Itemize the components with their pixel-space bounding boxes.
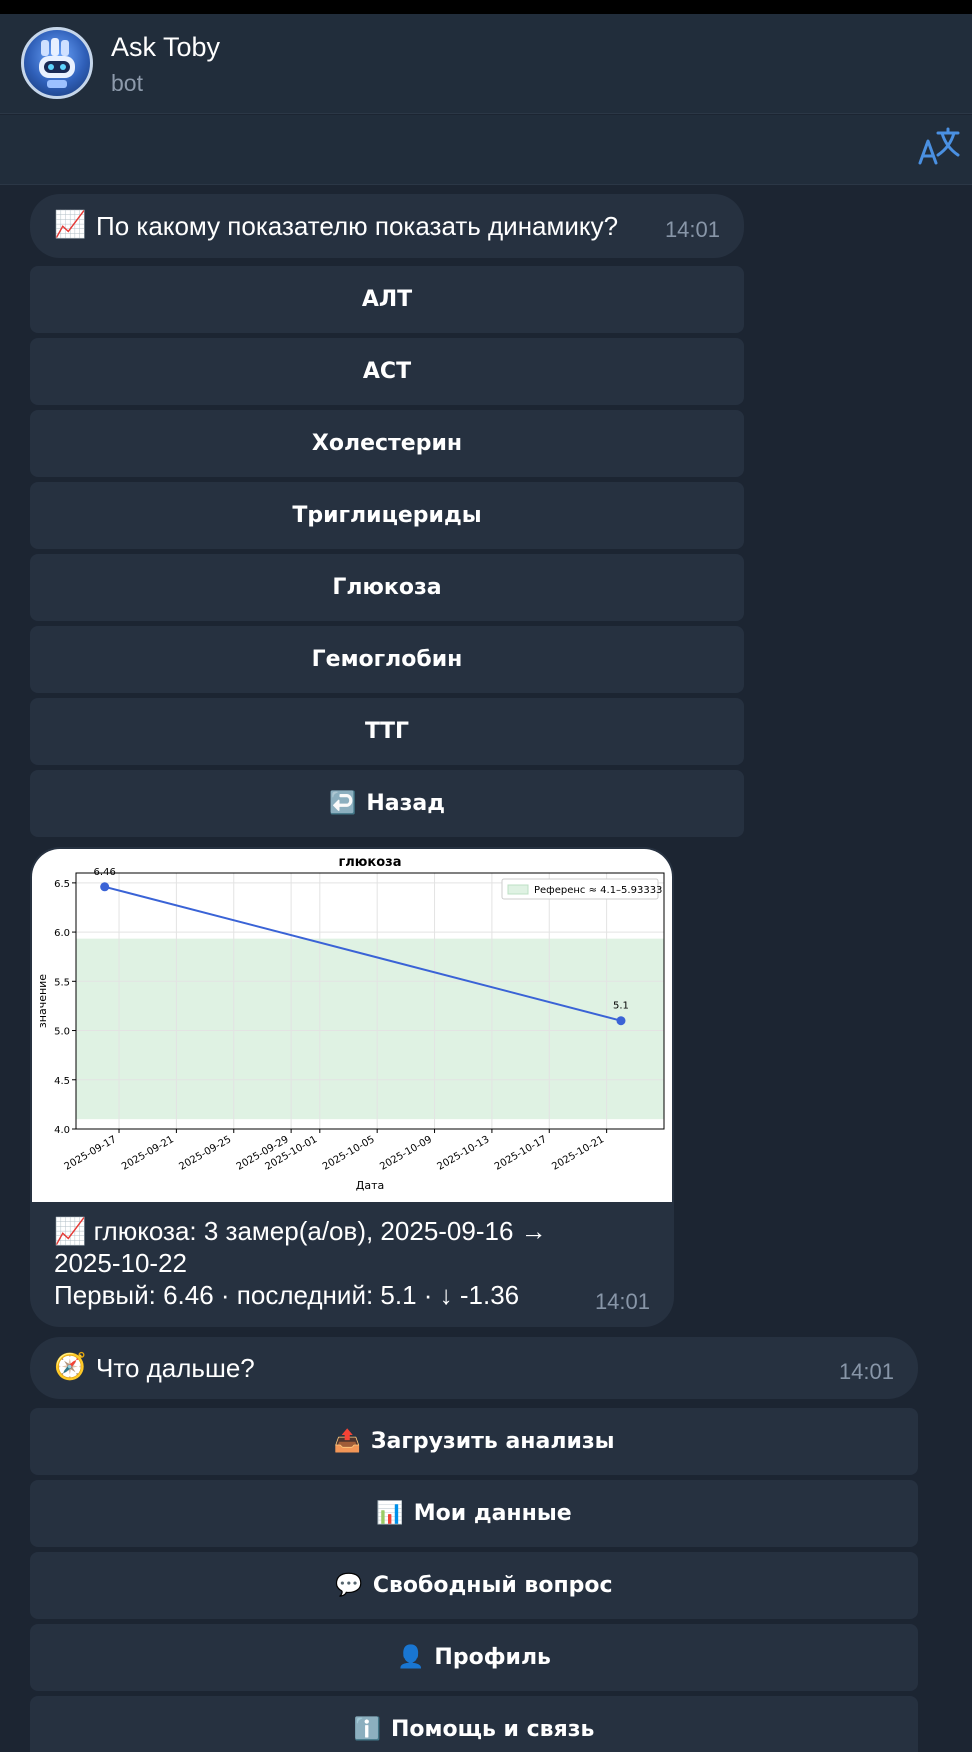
bar-chart-icon: 📊 [376,1501,404,1526]
y-tick-label: 5.5 [54,977,70,988]
outbox-icon: 📤 [333,1429,361,1454]
free-question-button[interactable]: 💬 Свободный вопрос [30,1552,918,1619]
x-tick-label: 2025-10-17 [493,1134,549,1173]
upload-analyses-button[interactable]: 📤 Загрузить анализы [30,1408,918,1475]
caption-line-3: Первый: 6.46 · последний: 5.1 · ↓ -1.36 [54,1280,520,1310]
translate-bar [0,115,972,185]
chat-title: Ask Toby [111,32,221,62]
compass-icon: 🧭 [54,1351,87,1381]
data-label: 6.46 [94,867,116,878]
button-glucose[interactable]: Глюкоза [30,554,744,621]
chart-image[interactable]: 2025-09-17 2025-09-21 2025-09-25 2025-09-29… [32,849,672,1202]
message-text: По какому показателю показать динамику? [96,211,619,241]
x-tick-label: 2025-10-09 [378,1134,434,1173]
button-ast[interactable]: АСТ [30,338,744,405]
message-time: 14:01 [664,217,720,242]
photo-caption: 📈 глюкоза: 3 замер(а/ов), 2025-09-16 → 2… [54,1215,614,1311]
profile-button[interactable]: 👤 Профиль [30,1624,918,1691]
x-axis-label: Дата [356,1179,384,1192]
reference-band [76,938,664,1120]
legend-swatch [507,884,529,895]
message-bubble: 📈 По какому показателю показать динамику… [30,194,744,258]
message-text: Что дальше? [96,1353,255,1383]
button-alt[interactable]: АЛТ [30,266,744,333]
translate-icon[interactable] [916,125,962,171]
button-ttg[interactable]: ТТГ [30,698,744,765]
user-icon: 👤 [397,1645,425,1670]
help-button[interactable]: ℹ️ Помощь и связь [30,1696,918,1752]
button-cholesterol[interactable]: Холестерин [30,410,744,477]
data-label: 5.1 [613,1001,629,1012]
speech-bubble-icon: 💬 [335,1573,363,1598]
data-point [616,1016,626,1026]
x-tick-label: 2025-10-05 [321,1134,377,1173]
x-tick-label: 2025-09-25 [177,1134,233,1173]
legend-label: Референс ≈ 4.1–5.93333 [534,885,662,896]
y-tick-label: 6.5 [54,879,70,890]
caption-line-2: 2025-10-22 [54,1248,187,1278]
x-tick-label: 2025-10-21 [550,1134,606,1173]
x-tick-label: 2025-10-13 [436,1134,492,1173]
y-tick-label: 4.5 [54,1076,70,1087]
chart-emoji-icon: 📈 [54,209,87,239]
glucose-chart: 2025-09-17 2025-09-21 2025-09-25 2025-09-29… [36,855,665,1192]
x-tick-label: 2025-09-21 [120,1134,176,1173]
status-bar [0,0,972,14]
y-tick-label: 4.0 [54,1125,70,1136]
back-arrow-icon: ↩️ [328,791,357,816]
info-icon: ℹ️ [353,1717,382,1742]
caption-line-1: глюкоза: 3 замер(а/ов), 2025-09-16 → [93,1216,547,1246]
chat-header: Ask Toby bot [0,14,972,114]
y-tick-label: 5.0 [54,1027,70,1038]
message-time: 14:01 [594,1289,650,1314]
bot-avatar[interactable] [21,27,93,99]
chat-subtitle: bot [111,70,143,96]
robot-icon [39,38,75,88]
button-hemoglobin[interactable]: Гемоглобин [30,626,744,693]
x-tick-label: 2025-09-17 [63,1134,119,1173]
button-triglycerides[interactable]: Триглицериды [30,482,744,549]
chart-emoji-icon: 📈 [54,1216,87,1246]
chart-title: глюкоза [338,855,401,870]
message-time: 14:01 [838,1359,894,1384]
my-data-button[interactable]: 📊 Мои данные [30,1480,918,1547]
back-button[interactable]: ↩️ Назад [30,770,744,837]
data-point [100,882,110,892]
y-axis-label: значение [36,974,49,1028]
y-tick-label: 6.0 [54,928,70,939]
photo-message: 2025-09-17 2025-09-21 2025-09-25 2025-09-29… [30,847,674,1327]
message-bubble: 🧭 Что дальше? 14:01 [30,1337,918,1399]
